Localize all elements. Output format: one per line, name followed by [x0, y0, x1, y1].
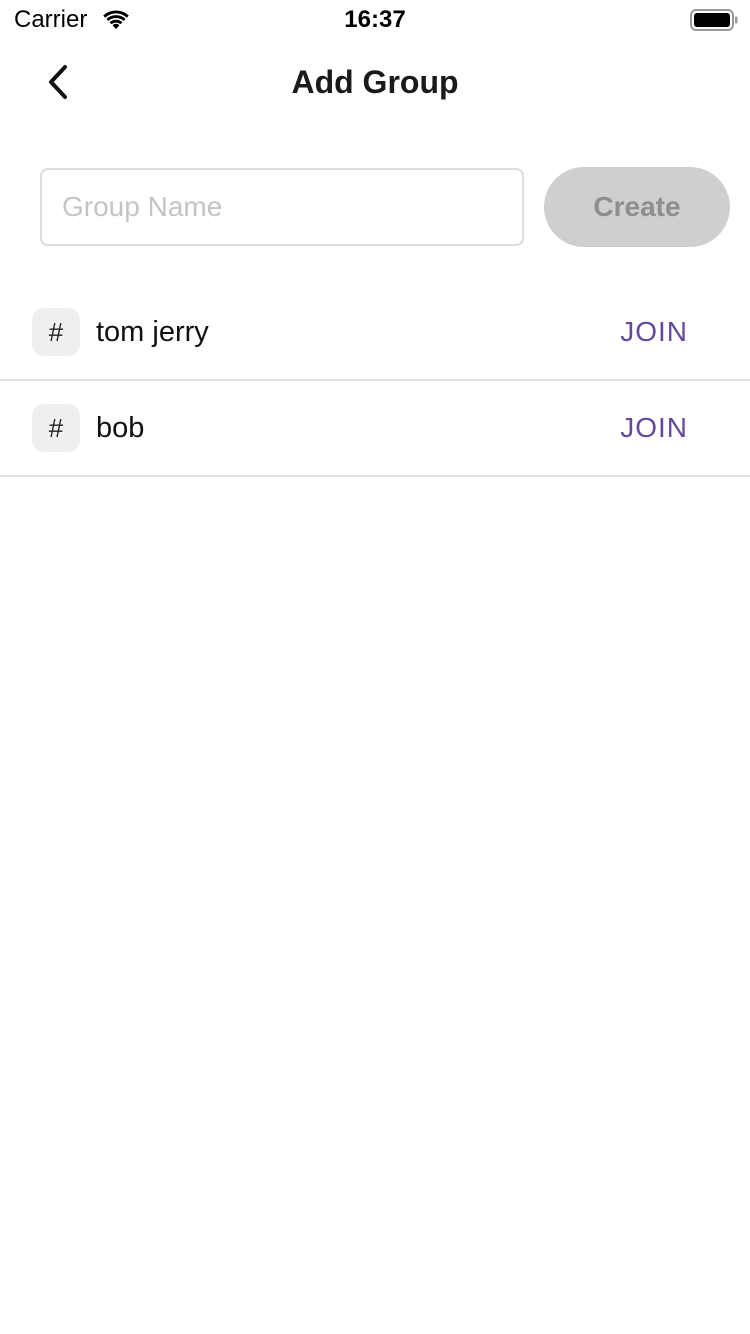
group-list: # tom jerry JOIN # bob JOIN	[0, 285, 750, 477]
page-title: Add Group	[291, 64, 459, 100]
join-button[interactable]: JOIN	[620, 285, 688, 379]
list-item: # tom jerry JOIN	[0, 285, 750, 381]
group-name: tom jerry	[96, 316, 209, 348]
create-button[interactable]: Create	[544, 167, 730, 247]
status-time: 16:37	[344, 6, 406, 33]
hash-icon: #	[32, 404, 80, 452]
group-name: bob	[96, 412, 145, 444]
status-bar: Carrier 16:37	[0, 0, 750, 40]
join-button[interactable]: JOIN	[620, 381, 688, 475]
battery-icon	[690, 8, 738, 32]
hash-icon: #	[32, 308, 80, 356]
group-name-input[interactable]	[40, 168, 524, 246]
list-item: # bob JOIN	[0, 381, 750, 477]
